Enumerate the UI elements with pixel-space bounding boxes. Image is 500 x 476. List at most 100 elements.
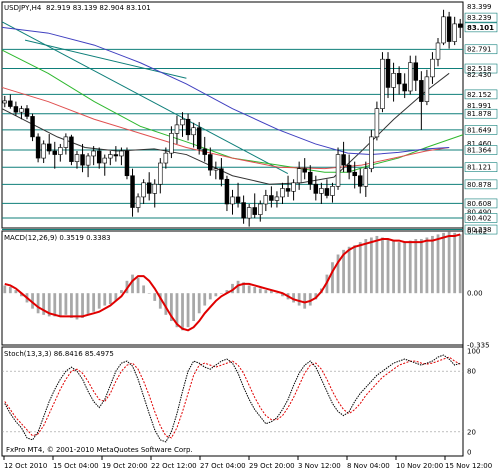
chart-window: USDJPY,H4 82.919 83.139 82.904 83.101 83.3… xyxy=(0,0,500,472)
macd-histogram-bar xyxy=(375,235,379,294)
candle-body xyxy=(124,150,130,177)
candle-body xyxy=(152,183,157,194)
price-tick-label: 82.152 xyxy=(467,91,492,99)
macd-histogram-bar xyxy=(442,232,445,294)
candle-body xyxy=(213,168,219,171)
candle-body xyxy=(24,108,30,117)
macd-tick-label: 0.00 xyxy=(467,290,483,298)
macd-histogram-bar xyxy=(92,293,96,312)
candle-body xyxy=(85,155,91,166)
candle-body xyxy=(274,196,280,201)
candle-body xyxy=(252,207,257,215)
candle-body xyxy=(313,183,319,194)
macd-histogram-bar xyxy=(142,285,146,294)
candle-body xyxy=(119,150,124,157)
macd-histogram-bar xyxy=(86,293,90,315)
price-tick-label: 80.608 xyxy=(467,200,492,208)
price-tick-label: 81.364 xyxy=(467,147,492,155)
candle-body xyxy=(430,58,435,78)
candle-body xyxy=(407,62,413,92)
macd-histogram-bar xyxy=(431,235,434,294)
macd-histogram-bar xyxy=(192,293,196,322)
stoch-tick-label: 80 xyxy=(467,368,476,376)
candle-body xyxy=(391,73,396,88)
candle-body xyxy=(324,188,330,196)
time-axis-label: 15 Oct 04:00 xyxy=(53,462,99,470)
macd-histogram-bar xyxy=(120,290,123,294)
macd-histogram-bar xyxy=(136,277,140,294)
macd-histogram-bar xyxy=(447,231,451,294)
candle-body xyxy=(80,154,85,166)
macd-histogram-bar xyxy=(436,234,440,294)
candle-body xyxy=(296,168,302,184)
candle-body xyxy=(258,203,263,215)
macd-histogram-bar xyxy=(97,293,101,309)
candle-body xyxy=(146,182,152,194)
price-tick-label: 82.430 xyxy=(467,71,492,79)
time-axis-label: 19 Oct 20:00 xyxy=(102,462,148,470)
candle-body xyxy=(302,168,307,173)
macd-panel-title: MACD(12,26,9) 0.3519 0.3383 xyxy=(4,234,111,242)
candle-body xyxy=(208,154,213,171)
macd-histogram-bar xyxy=(186,293,190,328)
candle-body xyxy=(58,147,63,155)
candle-body xyxy=(330,186,335,196)
price-tick-label: 80.402 xyxy=(467,214,492,222)
macd-histogram-bar xyxy=(247,285,251,294)
candle-body xyxy=(413,62,419,81)
macd-tick-label: 0.402 xyxy=(467,228,487,236)
candle-body xyxy=(130,175,135,208)
macd-histogram-bar xyxy=(353,245,357,294)
candle-body xyxy=(335,154,341,187)
candle-body xyxy=(246,207,252,219)
candle-body xyxy=(196,127,202,150)
macd-histogram-bar xyxy=(408,240,412,294)
price-tick-label: 81.878 xyxy=(467,110,492,118)
macd-histogram-bar xyxy=(203,293,207,306)
candle-body xyxy=(219,168,224,180)
copyright-text: FxPro MT4, © 2001-2010 MetaQuotes Softwa… xyxy=(6,446,193,454)
time-axis-label: 27 Oct 04:00 xyxy=(200,462,246,470)
macd-histogram-bar xyxy=(458,234,462,294)
candle-body xyxy=(41,143,46,159)
macd-histogram-bar xyxy=(453,232,457,294)
macd-histogram-bar xyxy=(347,246,351,294)
candle-body xyxy=(13,106,19,113)
macd-histogram-bar xyxy=(131,274,134,294)
macd-histogram-bar xyxy=(425,237,429,294)
candle-body xyxy=(191,127,196,136)
stoch-signal-line xyxy=(4,356,461,439)
candle-body xyxy=(374,108,380,138)
price-tick-label: 81.649 xyxy=(467,126,492,134)
candle-body xyxy=(163,152,169,164)
price-tick-label: 81.121 xyxy=(467,164,492,172)
macd-histogram-bar xyxy=(275,293,279,294)
macd-histogram-bar xyxy=(358,242,362,294)
macd-histogram-bar xyxy=(64,293,68,315)
candle-body xyxy=(346,164,352,173)
candle-body xyxy=(319,188,324,194)
candle-body xyxy=(363,168,369,187)
stoch-main-line xyxy=(4,354,461,443)
candle-body xyxy=(291,182,296,192)
candle-body xyxy=(369,136,374,169)
macd-signal-line xyxy=(4,233,461,332)
candle-body xyxy=(452,23,457,42)
candle-body xyxy=(74,154,80,162)
panel-frame-stoch xyxy=(1,346,464,457)
price-tick-label: 82.791 xyxy=(467,46,492,54)
time-axis-label: 3 Nov 12:00 xyxy=(298,462,341,470)
macd-histogram-bar xyxy=(258,288,262,294)
macd-histogram-bar xyxy=(8,286,12,294)
candle-body xyxy=(8,100,13,107)
candle-body xyxy=(35,136,41,159)
macd-histogram-bar xyxy=(297,293,301,306)
candle-body xyxy=(435,42,441,60)
candle-body xyxy=(169,133,174,154)
macd-histogram-bar xyxy=(36,293,40,314)
price-tick-label: 83.239 xyxy=(467,14,492,22)
candle-body xyxy=(202,148,207,155)
macd-histogram-bar xyxy=(197,293,201,314)
candle-body xyxy=(358,175,363,187)
time-axis-label: 15 Nov 12:00 xyxy=(445,462,492,470)
